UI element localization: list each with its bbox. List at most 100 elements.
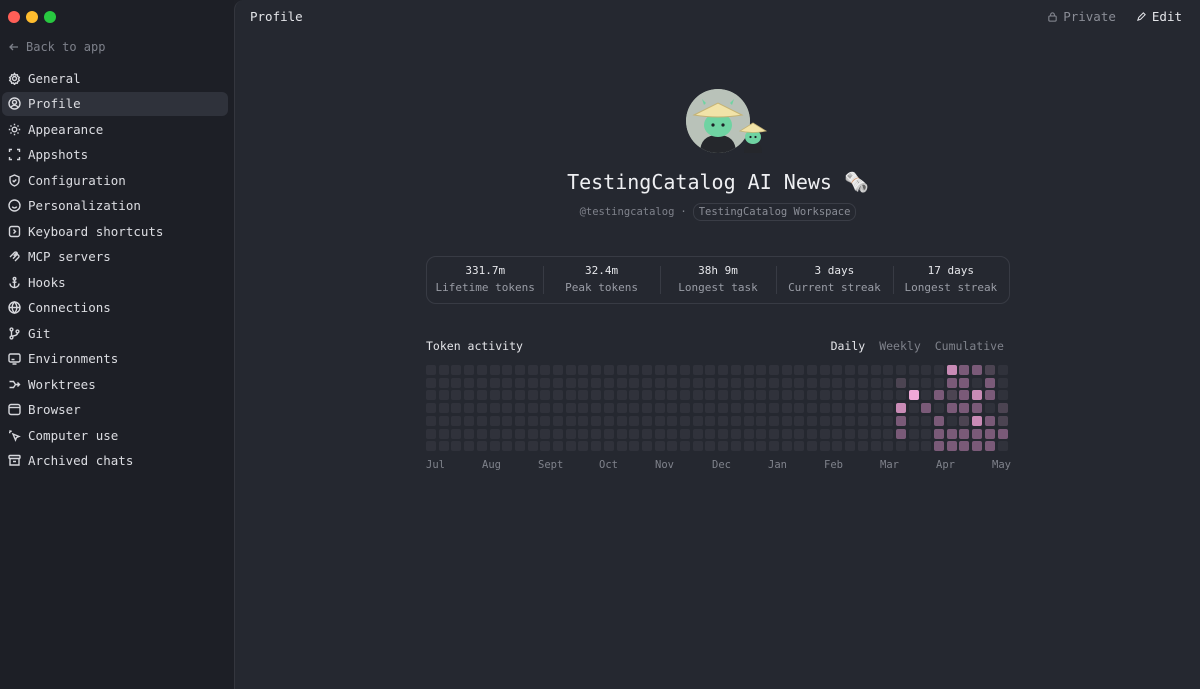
heatmap-cell[interactable]	[654, 403, 665, 414]
heatmap-cell[interactable]	[921, 377, 932, 388]
heatmap-cell[interactable]	[553, 377, 563, 388]
heatmap-cell[interactable]	[934, 415, 944, 426]
heatmap-cell[interactable]	[451, 415, 462, 426]
heatmap-cell[interactable]	[603, 441, 614, 452]
heatmap-cell[interactable]	[718, 390, 729, 401]
heatmap-cell[interactable]	[984, 428, 995, 439]
heatmap-cell[interactable]	[895, 377, 906, 388]
heatmap-cell[interactable]	[502, 390, 513, 401]
heatmap-cell[interactable]	[629, 365, 640, 375]
sidebar-item-profile[interactable]: Profile	[2, 91, 228, 116]
heatmap-cell[interactable]	[908, 390, 919, 401]
heatmap-cell[interactable]	[921, 415, 932, 426]
heatmap-cell[interactable]	[959, 377, 970, 388]
tab-daily[interactable]: Daily	[831, 339, 866, 353]
heatmap-cell[interactable]	[743, 403, 754, 414]
heatmap-cell[interactable]	[883, 415, 894, 426]
heatmap-cell[interactable]	[464, 390, 475, 401]
heatmap-cell[interactable]	[857, 403, 868, 414]
heatmap-cell[interactable]	[743, 415, 754, 426]
heatmap-cell[interactable]	[959, 415, 970, 426]
heatmap-cell[interactable]	[565, 390, 576, 401]
heatmap-cell[interactable]	[654, 428, 665, 439]
heatmap-cell[interactable]	[718, 403, 729, 414]
heatmap-cell[interactable]	[781, 428, 792, 439]
heatmap-cell[interactable]	[476, 415, 487, 426]
heatmap-cell[interactable]	[438, 390, 449, 401]
heatmap-cell[interactable]	[781, 441, 792, 452]
heatmap-cell[interactable]	[959, 441, 970, 452]
heatmap-cell[interactable]	[832, 415, 843, 426]
heatmap-cell[interactable]	[845, 365, 856, 375]
heatmap-cell[interactable]	[540, 441, 551, 452]
heatmap-cell[interactable]	[451, 365, 462, 375]
heatmap-cell[interactable]	[438, 428, 449, 439]
heatmap-cell[interactable]	[451, 428, 462, 439]
heatmap-cell[interactable]	[794, 365, 805, 375]
heatmap-cell[interactable]	[756, 377, 767, 388]
heatmap-cell[interactable]	[743, 365, 754, 375]
sidebar-item-appshots[interactable]: Appshots	[2, 143, 228, 167]
heatmap-cell[interactable]	[756, 365, 767, 375]
heatmap-cell[interactable]	[476, 365, 487, 375]
heatmap-cell[interactable]	[438, 415, 449, 426]
heatmap-cell[interactable]	[895, 441, 906, 452]
heatmap-cell[interactable]	[768, 415, 779, 426]
sidebar-item-general[interactable]: General	[2, 66, 228, 90]
heatmap-cell[interactable]	[527, 428, 538, 439]
heatmap-cell[interactable]	[438, 377, 449, 388]
heatmap-cell[interactable]	[502, 428, 513, 439]
heatmap-cell[interactable]	[730, 390, 741, 401]
heatmap-cell[interactable]	[807, 377, 817, 388]
heatmap-cell[interactable]	[972, 441, 983, 452]
heatmap-cell[interactable]	[553, 441, 563, 452]
heatmap-cell[interactable]	[870, 403, 881, 414]
heatmap-cell[interactable]	[718, 428, 729, 439]
heatmap-cell[interactable]	[857, 390, 868, 401]
heatmap-cell[interactable]	[946, 441, 957, 452]
heatmap-cell[interactable]	[667, 428, 678, 439]
heatmap-cell[interactable]	[984, 365, 995, 375]
heatmap-cell[interactable]	[895, 403, 906, 414]
heatmap-cell[interactable]	[730, 441, 741, 452]
heatmap-cell[interactable]	[680, 441, 690, 452]
heatmap-cell[interactable]	[667, 365, 678, 375]
heatmap-cell[interactable]	[616, 415, 627, 426]
heatmap-cell[interactable]	[527, 441, 538, 452]
heatmap-cell[interactable]	[591, 441, 602, 452]
heatmap-cell[interactable]	[476, 403, 487, 414]
heatmap-cell[interactable]	[540, 365, 551, 375]
heatmap-cell[interactable]	[553, 415, 563, 426]
heatmap-cell[interactable]	[832, 365, 843, 375]
heatmap-cell[interactable]	[857, 365, 868, 375]
heatmap-cell[interactable]	[553, 403, 563, 414]
heatmap-cell[interactable]	[426, 441, 436, 452]
heatmap-cell[interactable]	[654, 377, 665, 388]
heatmap-cell[interactable]	[972, 428, 983, 439]
sidebar-item-hooks[interactable]: Hooks	[2, 270, 228, 294]
heatmap-cell[interactable]	[616, 377, 627, 388]
heatmap-cell[interactable]	[527, 377, 538, 388]
heatmap-cell[interactable]	[464, 403, 475, 414]
heatmap-cell[interactable]	[680, 403, 690, 414]
heatmap-cell[interactable]	[565, 377, 576, 388]
heatmap-cell[interactable]	[794, 403, 805, 414]
heatmap-cell[interactable]	[819, 428, 830, 439]
heatmap-cell[interactable]	[997, 365, 1008, 375]
heatmap-cell[interactable]	[426, 365, 436, 375]
heatmap-cell[interactable]	[489, 415, 500, 426]
sidebar-item-mcp-servers[interactable]: MCP servers	[2, 245, 228, 269]
heatmap-cell[interactable]	[641, 441, 652, 452]
heatmap-cell[interactable]	[984, 415, 995, 426]
heatmap-cell[interactable]	[946, 390, 957, 401]
heatmap-cell[interactable]	[756, 415, 767, 426]
heatmap-cell[interactable]	[781, 415, 792, 426]
heatmap-cell[interactable]	[895, 428, 906, 439]
heatmap-cell[interactable]	[426, 403, 436, 414]
heatmap-cell[interactable]	[451, 390, 462, 401]
heatmap-cell[interactable]	[730, 377, 741, 388]
heatmap-cell[interactable]	[895, 390, 906, 401]
heatmap-cell[interactable]	[464, 441, 475, 452]
heatmap-cell[interactable]	[997, 403, 1008, 414]
heatmap-cell[interactable]	[426, 390, 436, 401]
